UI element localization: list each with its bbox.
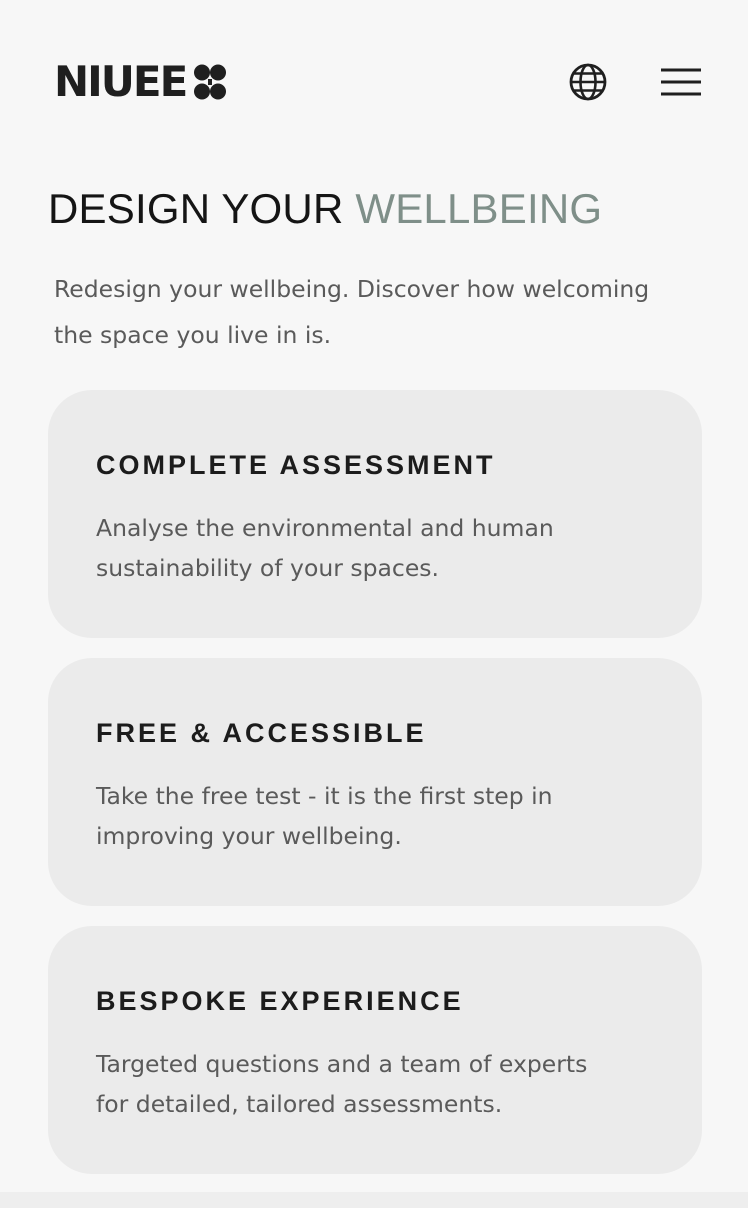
card-text: Analyse the environmental and human sust… [96, 514, 554, 582]
card-text: Targeted questions and a team of experts… [96, 1050, 588, 1118]
hero-title-accent: WELLBEING [355, 185, 603, 232]
feature-card-bespoke-experience: BESPOKE EXPERIENCE Targeted questions an… [48, 926, 702, 1174]
card-title: COMPLETE ASSESSMENT [96, 450, 496, 480]
header-actions [568, 62, 702, 102]
bottom-strip [0, 1192, 748, 1208]
card-title: FREE & ACCESSIBLE [96, 718, 427, 748]
feature-card-free-accessible: FREE & ACCESSIBLE Take the free test - i… [48, 658, 702, 906]
hero-title: DESIGN YOUR WELLBEING [48, 185, 603, 232]
feature-card-complete-assessment: COMPLETE ASSESSMENT Analyse the environm… [48, 390, 702, 638]
hero-subtitle: Redesign your wellbeing. Discover how we… [54, 275, 650, 349]
card-text: Take the free test - it is the first ste… [96, 782, 553, 850]
logo-text: NIUEE [54, 57, 188, 106]
brand-logo[interactable]: NIUEE [54, 57, 227, 106]
top-header: NIUEE [54, 56, 702, 108]
logo-mark-icon [194, 64, 227, 100]
hamburger-menu-icon[interactable] [660, 67, 702, 97]
page: NIUEE DESIGN YOUR WELLBEING Redesign you… [0, 0, 748, 1208]
globe-icon[interactable] [568, 62, 608, 102]
card-title: BESPOKE EXPERIENCE [96, 986, 464, 1016]
hero-title-main: DESIGN YOUR [48, 185, 356, 232]
